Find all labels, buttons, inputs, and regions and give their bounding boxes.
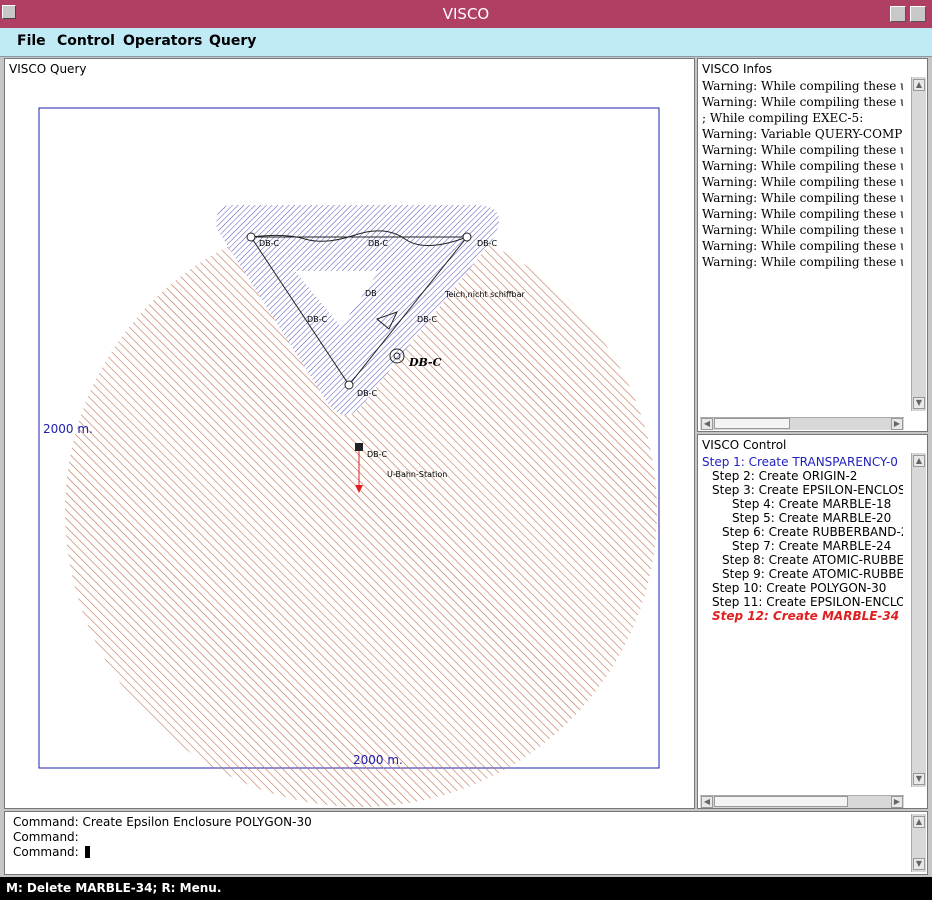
control-step[interactable]: Step 9: Create ATOMIC-RUBBERBAND [722, 567, 903, 581]
scale-label-left: 2000 m. [43, 422, 93, 436]
info-line: Warning: While compiling these undefined [702, 239, 903, 253]
infos-hscroll-thumb[interactable] [714, 418, 790, 429]
info-line: Warning: While compiling these undefined [702, 255, 903, 269]
label-dbc-bold: DB-C [408, 356, 442, 369]
status-bar: M: Delete MARBLE-34; R: Menu. [0, 877, 932, 900]
control-step[interactable]: Step 5: Create MARBLE-20 [732, 511, 891, 525]
info-line: Warning: While compiling these undefined [702, 207, 903, 221]
info-line: Warning: While compiling these undefined [702, 191, 903, 205]
control-steps-area[interactable]: Step 1: Create TRANSPARENCY-0 Step 2: Cre… [698, 455, 903, 790]
control-step[interactable]: Step 11: Create EPSILON-ENCLOSURE [712, 595, 903, 609]
menu-operators[interactable]: Operators [123, 33, 202, 49]
marble-20[interactable] [462, 232, 472, 242]
infos-vertical-scrollbar[interactable]: ▲ ▼ [911, 77, 926, 411]
info-line: Warning: While compiling these undefined [702, 223, 903, 237]
station-marble[interactable] [355, 443, 363, 451]
scale-label-bottom: 2000 m. [353, 753, 403, 767]
label-dbc-right: DB-C [417, 315, 438, 324]
infos-panel-title: VISCO Infos [702, 62, 772, 76]
marble-18[interactable] [246, 232, 256, 242]
control-hscroll-thumb[interactable] [714, 796, 848, 807]
command-vertical-scrollbar[interactable]: ▲ ▼ [911, 814, 926, 872]
info-line: Warning: While compiling these undefined [702, 159, 903, 173]
label-dbc-tr: DB-C [477, 239, 498, 248]
info-line: Warning: While compiling these undefined [702, 175, 903, 189]
status-text: M: Delete MARBLE-34; R: Menu. [6, 881, 222, 895]
label-dbc-bottom: DB-C [357, 389, 378, 398]
command-line: Command: Create Epsilon Enclosure POLYGO… [13, 815, 312, 829]
scroll-up-arrow-icon[interactable]: ▲ [913, 455, 925, 467]
window-title: VISCO [442, 5, 490, 23]
text-cursor [84, 846, 90, 858]
control-vertical-scrollbar[interactable]: ▲ ▼ [911, 453, 926, 787]
scroll-left-arrow-icon[interactable]: ◀ [701, 796, 713, 808]
scroll-up-arrow-icon[interactable]: ▲ [913, 79, 925, 91]
control-step[interactable]: Step 4: Create MARBLE-18 [732, 497, 891, 511]
label-dbc-station: DB-C [367, 450, 388, 459]
menu-query[interactable]: Query [209, 33, 256, 49]
query-panel: VISCO Query DB-C DB-C DB-C DB Teich,nich [4, 58, 695, 809]
menu-file[interactable]: File [17, 33, 46, 49]
minimize-button[interactable] [890, 6, 906, 22]
infos-text-area[interactable]: Warning: While compiling these undefined… [698, 77, 903, 417]
control-panel: VISCO Control Step 1: Create TRANSPARENC… [697, 434, 928, 809]
command-panel[interactable]: Command: Create Epsilon Enclosure POLYGO… [4, 811, 928, 875]
maximize-button[interactable] [910, 6, 926, 22]
marble-24[interactable] [344, 380, 354, 390]
control-panel-title: VISCO Control [702, 438, 787, 452]
command-line: Command: [13, 830, 79, 844]
scroll-right-arrow-icon[interactable]: ▶ [891, 796, 903, 808]
control-step[interactable]: Step 2: Create ORIGIN-2 [712, 469, 857, 483]
control-step[interactable]: Step 6: Create RUBBERBAND-22 [722, 525, 903, 539]
infos-panel: VISCO Infos Warning: While compiling the… [697, 58, 928, 432]
window-titlebar[interactable]: VISCO [0, 0, 932, 29]
scroll-down-arrow-icon[interactable]: ▼ [913, 397, 925, 409]
control-step[interactable]: Step 10: Create POLYGON-30 [712, 581, 886, 595]
scroll-left-arrow-icon[interactable]: ◀ [701, 418, 713, 430]
control-step[interactable]: Step 3: Create EPSILON-ENCLOSURE [712, 483, 903, 497]
menu-bar: File Control Operators Query [0, 28, 932, 57]
scroll-up-arrow-icon[interactable]: ▲ [913, 816, 925, 828]
scroll-down-arrow-icon[interactable]: ▼ [913, 858, 925, 870]
menu-control[interactable]: Control [57, 33, 115, 49]
control-step[interactable]: Step 8: Create ATOMIC-RUBBERBAND [722, 553, 903, 567]
scroll-right-arrow-icon[interactable]: ▶ [891, 418, 903, 430]
label-station: U-Bahn-Station [387, 470, 447, 479]
control-step[interactable]: Step 7: Create MARBLE-24 [732, 539, 891, 553]
label-teich: Teich,nicht schiffbar [444, 290, 525, 299]
label-dbc-tl: DB-C [259, 239, 280, 248]
label-dbc-left: DB-C [307, 315, 328, 324]
control-step[interactable]: Step 1: Create TRANSPARENCY-0 [702, 455, 898, 469]
label-db-center: DB [365, 289, 377, 298]
info-line: Warning: While compiling these undefined [702, 143, 903, 157]
control-horizontal-scrollbar[interactable]: ◀ ▶ [700, 795, 904, 808]
command-input-line[interactable]: Command: [13, 845, 90, 859]
command-prompt: Command: [13, 845, 79, 859]
info-line: Warning: While compiling these undefined [702, 95, 903, 109]
scroll-down-arrow-icon[interactable]: ▼ [913, 773, 925, 785]
query-canvas[interactable]: DB-C DB-C DB-C DB Teich,nicht schiffbar … [5, 59, 696, 810]
info-line: ; While compiling EXEC-5: [702, 111, 864, 125]
label-dbc-top: DB-C [368, 239, 389, 248]
info-line: Warning: Variable QUERY-COMPILED [702, 127, 903, 141]
control-step[interactable]: Step 12: Create MARBLE-34 [712, 609, 899, 623]
infos-horizontal-scrollbar[interactable]: ◀ ▶ [700, 417, 904, 430]
info-line: Warning: While compiling these undefined [702, 79, 903, 93]
